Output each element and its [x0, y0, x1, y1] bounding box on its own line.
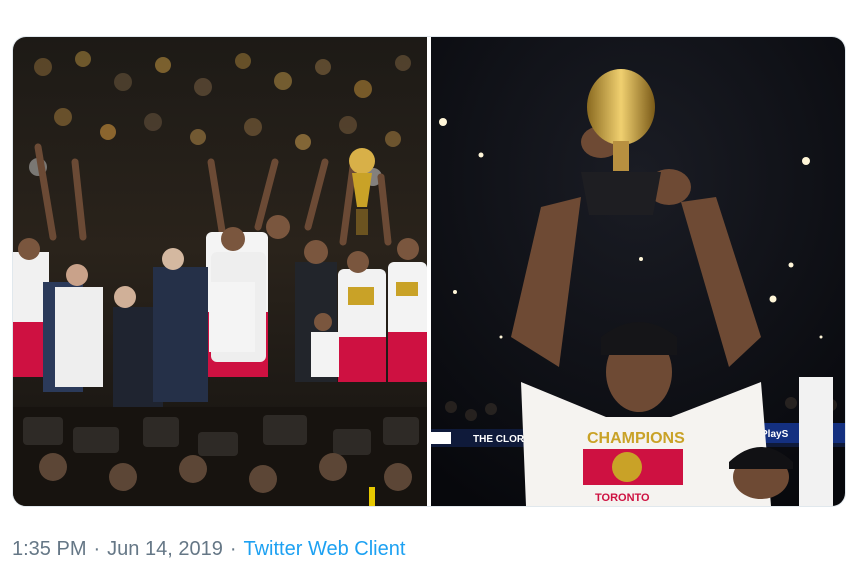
tweet-client-link[interactable]: Twitter Web Client [243, 538, 405, 561]
team-celebration-image [13, 37, 427, 506]
tweet-date[interactable]: Jun 14, 2019 [107, 538, 223, 561]
shirt-top-text: CHAMPIONS [587, 430, 685, 447]
tweet-media-grid: THE CLOROX PlayS CHAMPIONS TORONTO [12, 36, 846, 507]
meta-separator: · [229, 538, 237, 560]
tweet-time[interactable]: 1:35 PM [12, 538, 86, 561]
meta-separator: · [93, 538, 101, 560]
photo-team-celebration[interactable] [13, 37, 427, 506]
shirt-bottom-text: TORONTO [595, 492, 650, 504]
tweet-meta-row: 1:35 PM · Jun 14, 2019 · Twitter Web Cli… [12, 538, 405, 561]
photo-player-trophy[interactable]: THE CLOROX PlayS CHAMPIONS TORONTO [431, 37, 845, 506]
player-trophy-image: THE CLOROX PlayS CHAMPIONS TORONTO [431, 37, 845, 506]
